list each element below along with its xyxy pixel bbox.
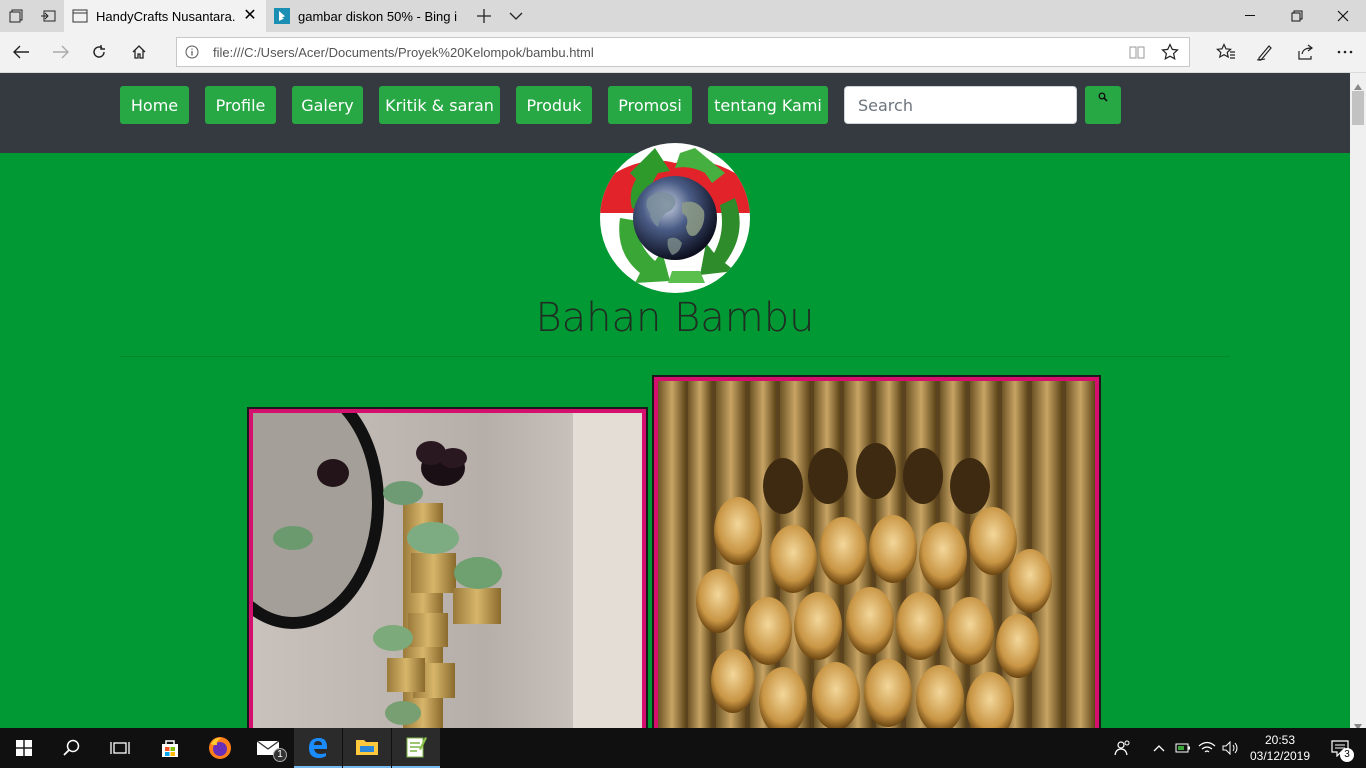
address-field[interactable]: file:///C:/Users/Acer/Documents/Proyek%2…	[176, 37, 1190, 67]
web-note-icon[interactable]	[1246, 34, 1284, 70]
nav-profile-button[interactable]: Profile	[205, 86, 276, 124]
tab-title: gambar diskon 50% - Bing i	[298, 8, 457, 24]
address-bar-row: file:///C:/Users/Acer/Documents/Proyek%2…	[0, 32, 1366, 73]
new-tab-icon[interactable]	[468, 0, 500, 32]
page-viewport: Home Profile Galery Kritik & saran Produ…	[0, 73, 1350, 728]
set-aside-tabs-icon[interactable]	[32, 0, 64, 32]
favorites-hub-icon[interactable]	[1207, 34, 1245, 70]
refresh-icon[interactable]	[80, 34, 118, 70]
notepad-plus-plus-icon[interactable]	[392, 728, 440, 768]
page-icon	[72, 8, 88, 24]
tab-preview-chevron-icon[interactable]	[500, 0, 532, 32]
task-view-icon[interactable]	[96, 728, 144, 768]
clock-date: 03/12/2019	[1249, 749, 1311, 763]
forward-icon[interactable]	[42, 34, 80, 70]
url-text: file:///C:/Users/Acer/Documents/Proyek%2…	[213, 45, 594, 60]
bamboo-planter-photo	[247, 407, 648, 728]
divider	[120, 356, 1230, 357]
page-title: Bahan Bambu	[535, 295, 815, 341]
favorite-star-icon[interactable]	[1161, 43, 1179, 66]
info-icon[interactable]	[185, 45, 199, 64]
site-logo	[600, 143, 750, 293]
store-icon[interactable]	[146, 728, 194, 768]
reading-view-icon[interactable]	[1129, 45, 1145, 64]
mail-icon[interactable]: 1	[245, 728, 293, 768]
tab-manager-icon[interactable]	[0, 0, 32, 32]
close-window-icon[interactable]	[1320, 0, 1366, 32]
search-button[interactable]	[1085, 86, 1121, 124]
search-icon	[1098, 92, 1108, 102]
clock-time: 20:53	[1264, 733, 1296, 747]
close-tab-icon[interactable]: ✕	[242, 8, 258, 24]
nav-galery-button[interactable]: Galery	[292, 86, 363, 124]
nav-home-button[interactable]: Home	[120, 86, 189, 124]
edge-icon[interactable]	[294, 728, 342, 768]
notification-badge: 3	[1340, 748, 1354, 762]
firefox-icon[interactable]	[196, 728, 244, 768]
nav-promosi-button[interactable]: Promosi	[608, 86, 692, 124]
show-hidden-icons-chevron-icon[interactable]	[1148, 728, 1170, 768]
share-icon[interactable]	[1286, 34, 1324, 70]
site-navbar: Home Profile Galery Kritik & saran Produ…	[0, 73, 1350, 153]
bing-icon	[274, 8, 290, 24]
system-clock[interactable]: 20:53 03/12/2019	[1240, 732, 1320, 764]
scroll-thumb[interactable]	[1352, 91, 1364, 125]
nav-produk-button[interactable]: Produk	[516, 86, 592, 124]
nav-tentang-kami-button[interactable]: tentang Kami	[708, 86, 828, 124]
tab-title: HandyCrafts Nusantara.	[96, 8, 236, 24]
minimize-icon[interactable]	[1228, 0, 1274, 32]
start-windows-icon[interactable]	[0, 728, 48, 768]
mail-badge: 1	[273, 748, 287, 762]
tab-strip: HandyCrafts Nusantara. ✕ gambar diskon 5…	[0, 0, 1366, 32]
nav-kritik-saran-button[interactable]: Kritik & saran	[379, 86, 500, 124]
tab-bing[interactable]: gambar diskon 50% - Bing i	[266, 0, 466, 32]
back-icon[interactable]	[2, 34, 40, 70]
search-placeholder: Search	[858, 95, 913, 115]
bamboo-pipes-photo	[652, 375, 1101, 728]
wifi-icon[interactable]	[1196, 728, 1218, 768]
more-options-icon[interactable]	[1326, 34, 1364, 70]
vertical-scrollbar[interactable]	[1350, 73, 1366, 730]
battery-icon[interactable]	[1172, 728, 1194, 768]
search-icon[interactable]	[48, 728, 96, 768]
search-input[interactable]: Search	[844, 86, 1077, 124]
tab-handycrafts[interactable]: HandyCrafts Nusantara. ✕	[64, 0, 266, 32]
windows-taskbar: 1 20:53 03/12/2019 3	[0, 728, 1366, 768]
action-center-icon[interactable]: 3	[1320, 728, 1360, 768]
people-icon[interactable]	[1110, 728, 1136, 768]
home-icon[interactable]	[120, 34, 158, 70]
volume-icon[interactable]	[1220, 728, 1242, 768]
file-explorer-icon[interactable]	[343, 728, 391, 768]
restore-icon[interactable]	[1274, 0, 1320, 32]
